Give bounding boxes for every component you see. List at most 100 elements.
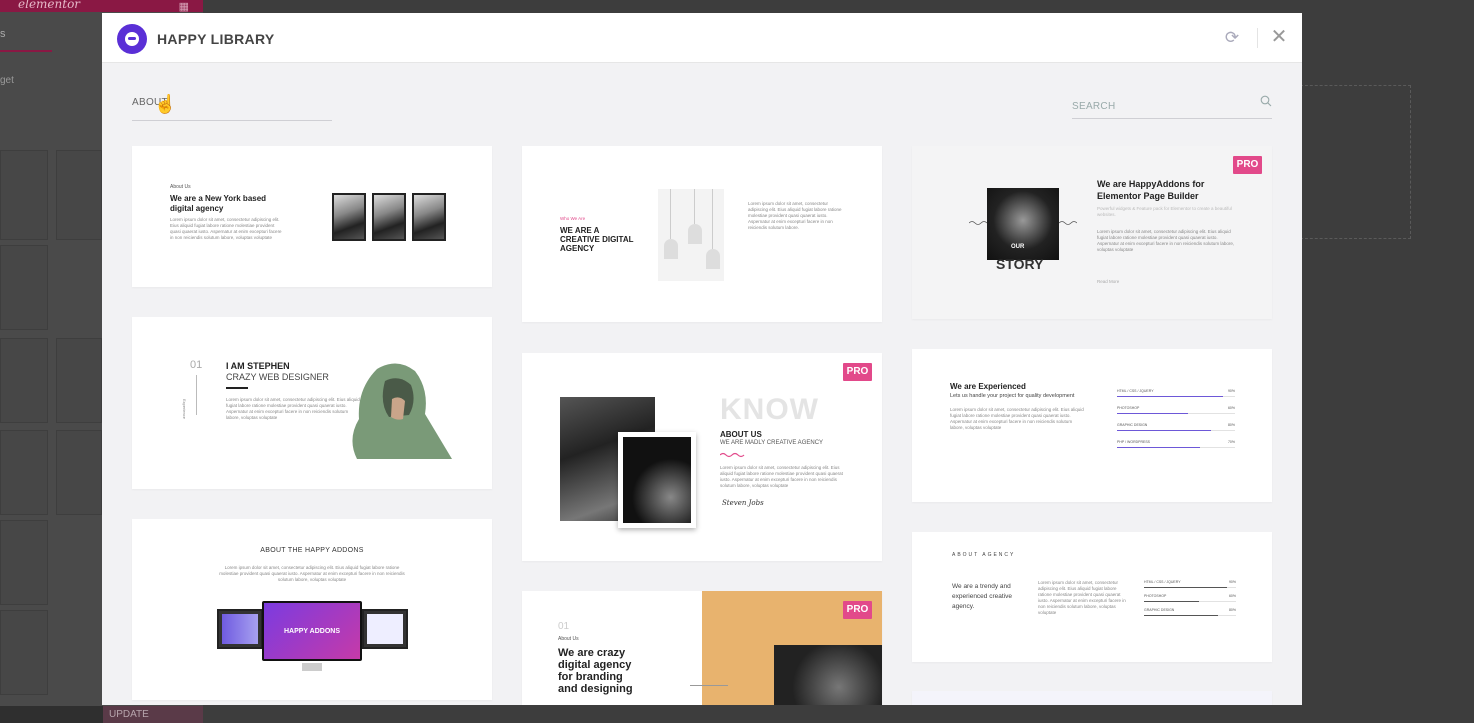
happy-addons-logo-icon	[117, 24, 147, 54]
search-box[interactable]	[1072, 95, 1272, 119]
template-card[interactable]: ABOUT AGENCY We are a trendy and experie…	[912, 532, 1272, 662]
card-kicker: About Us	[558, 636, 579, 642]
divider	[196, 375, 197, 415]
skill-fill	[1117, 430, 1212, 431]
update-button[interactable]: UPDATE	[103, 706, 203, 723]
library-modal: HAPPY LIBRARY ⟳ ✕ ABOUT ☝ About Us We ar…	[102, 13, 1302, 705]
main-monitor-image: HAPPY ADDONS	[262, 601, 362, 661]
widget-tile[interactable]	[0, 430, 48, 515]
skill-name: HTML / CSS / JQUERY	[1144, 580, 1181, 584]
widget-tile[interactable]	[0, 245, 48, 330]
card-body: Lorem ipsum dolor sit amet, consectetur …	[950, 407, 1084, 430]
card-heading: WE ARE A	[560, 226, 600, 235]
lamp-image	[658, 189, 724, 281]
wave-divider	[720, 452, 745, 458]
template-card[interactable]: Who We Are WE ARE A CREATIVE DIGITAL AGE…	[522, 146, 882, 322]
widget-tile[interactable]	[0, 338, 48, 423]
portrait-image	[774, 645, 882, 705]
card-subheading: Lets us handle your project for quality …	[950, 393, 1075, 399]
side-label: Experience	[182, 399, 187, 420]
skill-track	[1117, 396, 1235, 397]
widget-tile[interactable]	[56, 338, 102, 423]
close-icon[interactable]: ✕	[1268, 26, 1290, 48]
skill-track	[1144, 601, 1236, 602]
skills-list: HTML / CSS / JQUERY 90% PHOTOSHOP 60% GRAPHI…	[1117, 389, 1235, 457]
template-card[interactable]: ABOUT THE HAPPY ADDONS Lorem ipsum dolor…	[132, 519, 492, 700]
skill-name: GRAPHIC DESIGN	[1117, 423, 1148, 427]
hoodie-man-image	[352, 363, 452, 459]
widget-tile[interactable]	[56, 430, 102, 515]
header-divider	[1257, 28, 1258, 48]
skill-row: PHOTOSHOP 60%	[1144, 594, 1236, 608]
skills-list: HTML / CSS / JQUERY 90% PHOTOSHOP 60% GRAPHI…	[1144, 580, 1236, 622]
skill-percent: 70%	[1227, 440, 1235, 444]
skill-track	[1117, 413, 1235, 414]
card-heading: agency.	[952, 603, 975, 610]
signature: Steven Jobs	[722, 499, 764, 507]
widget-tile[interactable]	[0, 520, 48, 605]
photo-frame	[332, 193, 366, 241]
card-kicker: ABOUT AGENCY	[952, 552, 1016, 558]
skill-track	[1117, 447, 1235, 448]
card-heading: We are Experienced	[950, 382, 1026, 391]
search-icon[interactable]	[1260, 95, 1272, 107]
template-card[interactable]: About Us We are a New York based digital…	[132, 146, 492, 287]
monitor-stand	[302, 663, 322, 671]
skill-row: HTML / CSS / JQUERY 90%	[1144, 580, 1236, 594]
modal-title: HAPPY LIBRARY	[157, 31, 275, 47]
night-road-image	[618, 432, 696, 528]
card-subheading: WE ARE MADLY CREATIVE AGENCY	[720, 440, 824, 446]
skill-row: PHP / WORDPRESS 70%	[1117, 440, 1235, 457]
skill-name: GRAPHIC DESIGN	[1144, 608, 1175, 612]
template-card[interactable]: We are Experienced Lets us handle your p…	[912, 349, 1272, 502]
widget-tile[interactable]	[56, 150, 102, 240]
category-filter[interactable]: ABOUT ☝	[132, 94, 332, 121]
modal-header: HAPPY LIBRARY ⟳ ✕	[102, 13, 1302, 63]
template-card[interactable]	[912, 691, 1272, 705]
card-body: Lorem ipsum dolor sit amet, consectetur …	[748, 201, 842, 230]
widget-tile[interactable]	[0, 610, 48, 695]
grid-icon[interactable]: ▦	[179, 0, 189, 13]
skill-row: HTML / CSS / JQUERY 90%	[1117, 389, 1235, 406]
card-body: Lorem ipsum dolor sit amet, consectetur …	[1097, 229, 1235, 252]
editor-tab-indicator	[0, 50, 52, 52]
skill-track	[1144, 615, 1236, 616]
card-heading: ABOUT US	[720, 430, 762, 439]
card-heading: digital agency	[558, 659, 632, 671]
skill-name: PHOTOSHOP	[1117, 406, 1140, 410]
editor-tab[interactable]: s	[0, 28, 6, 40]
editor-label: get	[0, 75, 14, 86]
skill-percent: 90%	[1227, 389, 1235, 393]
template-card[interactable]: PRO KNOW ABOUT US WE ARE MADLY CREATIVE …	[522, 353, 882, 561]
sync-icon[interactable]: ⟳	[1222, 28, 1242, 48]
card-subtitle: Powerful widgets & Feature pack for Elem…	[1097, 206, 1232, 217]
overlay-text: OUR	[1011, 244, 1025, 250]
skill-percent: 60%	[1228, 594, 1236, 598]
big-word: KNOW	[720, 393, 819, 426]
template-card[interactable]: 01 Experience I AM STEPHEN CRAZY WEB DES…	[132, 317, 492, 489]
photo-frame	[412, 193, 446, 241]
card-kicker: Who We Are	[560, 216, 586, 221]
card-heading: CREATIVE DIGITAL	[560, 235, 634, 244]
card-kicker: About Us	[170, 184, 191, 190]
photo-frame	[372, 193, 406, 241]
skill-name: HTML / CSS / JQUERY	[1117, 389, 1154, 393]
card-heading: ABOUT THE HAPPY ADDONS	[260, 547, 364, 554]
editor-header: elementor ▦	[0, 0, 203, 13]
card-subheading: CRAZY WEB DESIGNER	[226, 372, 329, 382]
skill-fill	[1144, 587, 1227, 588]
screen-label: HAPPY ADDONS	[283, 627, 340, 635]
template-card[interactable]: PRO OUR STORY We are HappyAddons for Ele…	[912, 146, 1272, 319]
drop-zone	[1300, 85, 1411, 239]
widget-tile[interactable]	[0, 150, 48, 240]
skill-row: GRAPHIC DESIGN 80%	[1117, 423, 1235, 440]
card-heading: AGENCY	[560, 244, 595, 253]
template-card[interactable]: PRO 01 About Us We are crazy digital age…	[522, 591, 882, 705]
card-heading: We are a trendy and	[952, 583, 1011, 590]
card-number: 01	[190, 359, 203, 371]
search-input[interactable]	[1072, 98, 1252, 115]
card-heading: We are a New York based	[170, 194, 267, 203]
card-heading: I AM STEPHEN	[226, 361, 290, 371]
elementor-logo: elementor	[18, 0, 81, 11]
card-heading: experienced creative	[952, 593, 1012, 600]
